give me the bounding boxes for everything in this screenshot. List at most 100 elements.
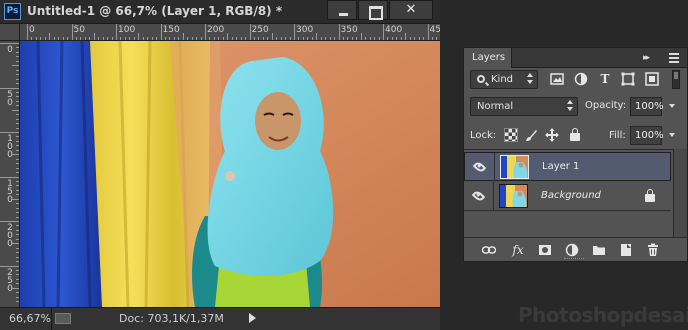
delete-layer-icon[interactable] (646, 243, 660, 257)
ruler-minor-tick (156, 37, 158, 40)
ruler-minor-tick (391, 37, 393, 40)
ruler-minor-tick (102, 37, 104, 40)
ruler-minor-tick (356, 37, 358, 40)
ruler-minor-tick (16, 207, 19, 209)
ruler-minor-tick (16, 256, 19, 258)
ruler-major-tick (116, 24, 117, 40)
lock-transparent-pixels-icon[interactable] (504, 128, 518, 142)
adjustment-layer-icon[interactable] (565, 243, 579, 257)
layer-row-layer-1[interactable]: Layer 1 (464, 152, 671, 182)
filter-toggle-switch[interactable] (672, 70, 680, 89)
document-title: Untitled-1 @ 66,7% (Layer 1, RGB/8) * (27, 4, 283, 18)
ruler-minor-tick (329, 37, 331, 40)
minimize-icon (328, 1, 356, 19)
ruler-minor-tick (16, 78, 19, 80)
search-icon (477, 75, 485, 83)
ruler-major-tick (27, 24, 28, 40)
ruler-minor-tick (129, 37, 131, 40)
type-filter-icon[interactable]: T (598, 72, 612, 86)
ruler-minor-tick (405, 33, 407, 40)
ruler-minor-tick (178, 37, 180, 40)
opacity-slider-arrow-icon[interactable] (665, 97, 679, 116)
lock-position-icon[interactable] (545, 128, 559, 142)
lock-all-icon[interactable] (568, 128, 582, 142)
horizontal-ruler[interactable]: 0 50 100 150 200 250 300 350 400 450 (20, 24, 440, 41)
ruler-minor-tick (302, 37, 304, 40)
ruler-v-label: 250 (7, 267, 13, 294)
ruler-minor-tick (16, 261, 19, 263)
maximize-button[interactable] (358, 0, 388, 20)
ruler-minor-tick (289, 37, 291, 40)
ruler-minor-tick (16, 269, 19, 271)
zoom-level-field[interactable]: 66,67% (0, 308, 52, 330)
ruler-minor-tick (191, 37, 193, 40)
image-filter-icon[interactable] (550, 72, 564, 86)
close-button[interactable]: ✕ (389, 0, 433, 20)
ruler-minor-tick (16, 158, 19, 160)
visibility-toggle[interactable] (465, 153, 495, 182)
eye-icon (472, 160, 487, 174)
filter-kind-dropdown[interactable]: Kind (470, 70, 538, 89)
collapse-panel-icon[interactable]: ▸▸ (643, 53, 650, 63)
ruler-minor-tick (218, 37, 220, 40)
panel-menu-icon[interactable] (669, 53, 679, 63)
add-mask-icon[interactable] (538, 243, 552, 257)
opacity-field[interactable]: 100% (630, 97, 664, 116)
layers-scrollbar[interactable] (673, 149, 687, 237)
ruler-major-tick (71, 24, 73, 40)
ruler-major-tick (0, 221, 19, 222)
minimize-button[interactable] (327, 0, 357, 20)
ruler-minor-tick (351, 37, 353, 40)
fill-slider-arrow-icon[interactable] (665, 126, 679, 145)
ruler-minor-tick (16, 203, 19, 205)
ruler-minor-tick (16, 185, 19, 187)
ruler-minor-tick (147, 37, 149, 40)
ruler-minor-tick (16, 140, 19, 142)
ruler-minor-tick (16, 167, 19, 169)
ruler-minor-tick (16, 56, 19, 58)
layer-name: Layer 1 (542, 161, 580, 172)
ruler-minor-tick (418, 37, 420, 40)
panel-tab-bar: Layers ▸▸ (464, 48, 687, 68)
link-layers-icon[interactable] (481, 243, 497, 257)
ruler-minor-tick (222, 37, 224, 40)
document-size-info: Doc: 703,1K/1,37M (119, 312, 224, 325)
ruler-minor-tick (16, 123, 19, 125)
ruler-origin[interactable] (0, 24, 20, 41)
new-layer-icon[interactable] (619, 243, 633, 257)
visibility-toggle[interactable] (464, 182, 494, 211)
adjustment-filter-icon[interactable] (574, 72, 588, 86)
ruler-minor-tick (431, 37, 433, 40)
status-menu-arrow-icon[interactable] (249, 313, 256, 323)
tab-layers[interactable]: Layers (464, 48, 512, 68)
ruler-major-tick (0, 176, 19, 178)
lock-image-pixels-icon[interactable] (524, 128, 538, 142)
layer-thumbnail (499, 184, 528, 208)
ruler-minor-tick (98, 37, 100, 40)
fill-field[interactable]: 100% (630, 126, 664, 145)
ruler-v-label: 50 (7, 89, 13, 108)
panel-resize-grip[interactable] (564, 258, 584, 260)
layer-style-icon[interactable]: fx (511, 243, 525, 257)
ruler-minor-tick (12, 198, 19, 200)
new-group-icon[interactable] (592, 243, 606, 257)
ruler-h-label: 450 (429, 25, 441, 35)
ruler-minor-tick (307, 37, 309, 40)
ruler-minor-tick (16, 225, 19, 227)
ruler-h-label: 250 (251, 25, 269, 35)
document-canvas[interactable] (20, 41, 440, 307)
vertical-ruler[interactable]: 0 50 100 150 200 250 (0, 41, 20, 307)
ruler-minor-tick (16, 252, 19, 254)
document-title-bar[interactable]: Ps Untitled-1 @ 66,7% (Layer 1, RGB/8) *… (0, 0, 440, 24)
ruler-minor-tick (213, 37, 215, 40)
smart-object-filter-icon[interactable] (645, 72, 659, 86)
status-preview-icon[interactable] (55, 313, 71, 324)
shape-filter-icon[interactable] (621, 72, 635, 86)
ruler-minor-tick (16, 96, 19, 98)
blend-mode-dropdown[interactable]: Normal (470, 97, 578, 116)
layers-panel-footer: fx (464, 237, 687, 261)
layer-row-background[interactable]: Background (464, 182, 671, 211)
ruler-minor-tick (298, 37, 300, 40)
ruler-minor-tick (16, 212, 19, 214)
ruler-minor-tick (409, 37, 411, 40)
